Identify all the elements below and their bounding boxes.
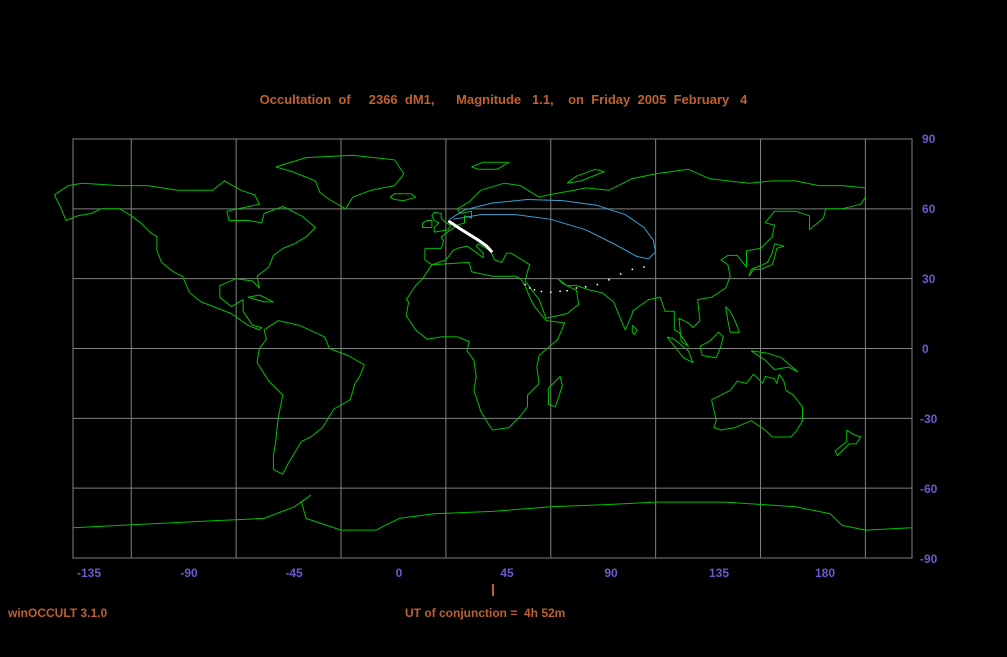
latitude-label-30: 30 — [922, 272, 936, 286]
longitude-label-minus90: -90 — [180, 566, 198, 580]
latitude-label-60: 60 — [922, 202, 936, 216]
latitude-label-0: 0 — [922, 342, 929, 356]
latitude-label-minus60: -60 — [920, 482, 938, 496]
longitude-label-minus135: -135 — [76, 566, 102, 580]
occultation-path-dot — [575, 287, 578, 289]
coastline-ireland — [422, 220, 433, 228]
map-grid — [72, 138, 913, 559]
coastline-borneo — [699, 331, 724, 359]
occultation-path-dot — [631, 268, 634, 271]
coastline-iceland — [389, 193, 417, 202]
coastline-africa — [405, 261, 566, 431]
occultation-path-dot — [528, 287, 531, 289]
coastline-philippines — [725, 306, 740, 333]
coastline-great-britain — [431, 211, 452, 233]
coastline-new-guinea — [750, 350, 799, 373]
occultation-path-dot — [619, 273, 622, 275]
longitude-label-minus45: -45 — [285, 566, 303, 580]
coastline-australia — [711, 373, 803, 438]
coastline-new-zealand — [834, 429, 862, 457]
latitude-label-minus90: -90 — [920, 552, 938, 566]
occultation-path-dot — [533, 288, 536, 291]
longitude-label-90: 90 — [604, 566, 618, 580]
occultation-graze-path — [447, 220, 493, 253]
coastline-south-america — [256, 320, 365, 475]
occultation-path-dot — [608, 278, 610, 281]
occultation-path-dot — [643, 266, 645, 268]
coastline-japan — [748, 243, 785, 277]
coastline-sumatra — [666, 336, 694, 363]
occultation-path-dot — [549, 291, 552, 294]
coastline-svalbard — [471, 161, 510, 170]
occultation-path-dot — [566, 289, 568, 292]
coastline-north-america — [53, 180, 316, 331]
coastline-greenland — [275, 154, 405, 210]
occultation-path-dot — [559, 290, 561, 293]
longitude-label-180: 180 — [814, 566, 836, 580]
coastline-antarctica — [72, 494, 913, 531]
world-map — [53, 138, 913, 559]
longitude-label-0: 0 — [395, 566, 403, 580]
conjunction-tick-mark — [492, 584, 494, 596]
coastline-sri-lanka — [631, 324, 638, 335]
software-version-label: winOCCULT 3.1.0 — [8, 606, 108, 620]
latitude-label-minus30: -30 — [920, 412, 938, 426]
coastline-layer — [53, 154, 913, 531]
occultation-path-dot — [584, 285, 587, 288]
coastline-cuba — [247, 294, 274, 303]
occultation-path-dot — [524, 283, 527, 286]
latitude-label-90: 90 — [922, 132, 936, 146]
ut-conjunction-label: UT of conjunction = 4h 52m — [405, 606, 566, 620]
occultation-path-dot — [540, 290, 543, 293]
longitude-label-45: 45 — [500, 566, 514, 580]
coastline-novaya-zemlya — [566, 168, 605, 184]
occultation-path-dot — [596, 283, 599, 286]
longitude-label-135: 135 — [708, 566, 730, 580]
